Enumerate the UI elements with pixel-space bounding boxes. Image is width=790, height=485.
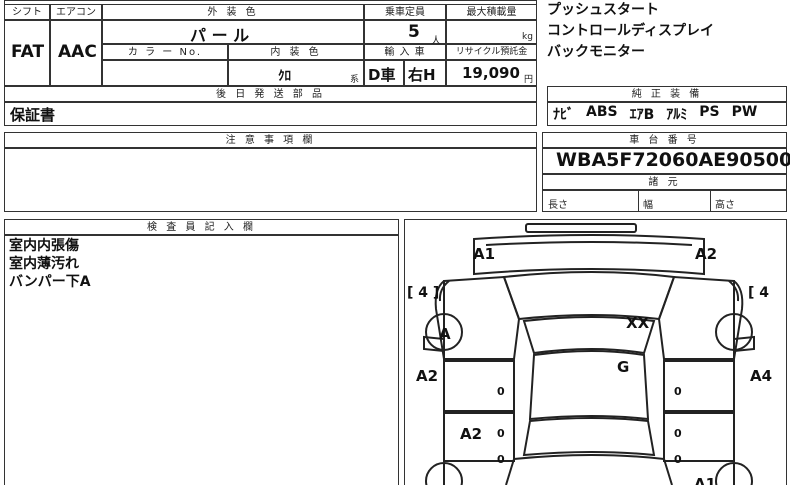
import-label: 輸 入 車 <box>364 44 446 60</box>
shift-value: FAT <box>11 42 45 62</box>
equipment-note: プッシュスタート <box>547 2 659 18</box>
genuine-item-airbag: ｴｱB <box>629 107 655 123</box>
capacity-value: 5 <box>408 22 420 42</box>
diagram-mark: G <box>617 358 629 376</box>
diagram-mark: A <box>439 325 451 343</box>
genuine-items: ﾅﾋﾞ ABS ｴｱB ｱﾙﾐ PS PW <box>553 104 757 124</box>
color-no-cell <box>102 60 228 86</box>
inspector-note: バンパー下A <box>9 274 91 290</box>
later-parts-value: 保証書 <box>10 106 56 124</box>
diagram-mark: XX <box>626 314 650 332</box>
diagram-mark: A1 <box>694 475 716 485</box>
recycle-label: リサイクル預託金 <box>446 44 537 60</box>
length-label: 長さ <box>548 200 568 211</box>
caution-label: 注 意 事 項 欄 <box>4 132 537 148</box>
interior-suffix: 系 <box>350 75 360 85</box>
genuine-item-abs: ABS <box>586 104 618 120</box>
inspector-note: 室内内張傷 <box>9 238 79 254</box>
genuine-item-ps: PS <box>699 104 720 120</box>
genuine-item-alloy: ｱﾙﾐ <box>666 107 688 123</box>
interior-cell <box>228 60 364 86</box>
dims-divider <box>638 190 639 212</box>
shift-label: シフト <box>4 4 50 20</box>
dims-label: 諸 元 <box>542 174 787 190</box>
recycle-value: 19,090 <box>462 64 520 82</box>
equipment-note: コントロールディスプレイ <box>547 23 715 39</box>
tire-right-label: [ 4 <box>748 285 769 301</box>
import-value-2: 右H <box>408 66 436 84</box>
interior-value: ｸﾛ <box>278 69 291 84</box>
diagram-mark: A2 <box>460 425 482 443</box>
inspector-label: 検 査 員 記 入 欄 <box>4 219 399 235</box>
dims-divider <box>710 190 711 212</box>
door-zero: 0 <box>497 453 505 466</box>
import-value-1: D車 <box>368 66 396 84</box>
chassis-value: WBA5F72060AE90500 <box>556 149 790 171</box>
door-zero: 0 <box>674 427 682 440</box>
load-unit: kg <box>522 32 533 42</box>
genuine-item-pw: PW <box>731 104 758 120</box>
recycle-unit: 円 <box>524 75 534 85</box>
width-label: 幅 <box>643 200 653 211</box>
diagram-mark: A1 <box>473 245 495 263</box>
ac-label: エアコン <box>50 4 102 20</box>
equipment-note: バックモニター <box>547 44 645 60</box>
door-zero: 0 <box>497 427 505 440</box>
max-load-label: 最大積載量 <box>446 4 537 20</box>
ac-value: AAC <box>58 42 97 62</box>
car-diagram: A1 A2 [ 4 ] [ 4 A XX G A2 A4 A2 A1 0 0 0… <box>407 223 772 485</box>
genuine-label: 純 正 装 備 <box>547 86 787 102</box>
height-label: 高さ <box>715 200 735 211</box>
door-zero: 0 <box>674 385 682 398</box>
exterior-label: 外 装 色 <box>102 4 364 20</box>
dims-row <box>542 190 787 212</box>
diagram-mark: A2 <box>416 367 438 385</box>
diagram-mark: A2 <box>695 245 717 263</box>
later-parts-label: 後 日 発 送 部 品 <box>4 86 537 102</box>
caution-box <box>4 148 537 212</box>
capacity-label: 乗車定員 <box>364 4 446 20</box>
chassis-label: 車 台 番 号 <box>542 132 787 148</box>
inspector-note: 室内薄汚れ <box>9 256 79 272</box>
equipment-notes: プッシュスタート コントロールディスプレイ バックモニター <box>547 0 787 86</box>
exterior-value: パ ー ル <box>190 26 250 45</box>
tire-left-label: [ 4 ] <box>407 285 439 301</box>
later-parts-box <box>4 102 537 126</box>
diagram-mark: A4 <box>750 367 772 385</box>
inspector-notes: 室内内張傷 室内薄汚れ バンパー下A <box>9 237 91 291</box>
genuine-item-navi: ﾅﾋﾞ <box>553 107 574 123</box>
interior-label: 内 装 色 <box>228 44 364 60</box>
door-zero: 0 <box>497 385 505 398</box>
color-no-label: カ ラ ー No. <box>102 44 228 60</box>
door-zero: 0 <box>674 453 682 466</box>
